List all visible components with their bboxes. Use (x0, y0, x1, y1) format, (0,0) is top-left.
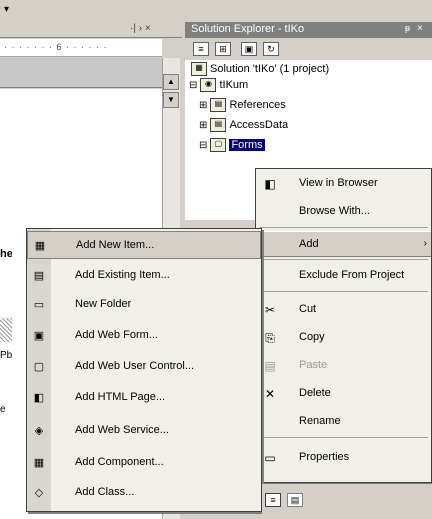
collapse-icon[interactable]: ⊟ (199, 140, 207, 151)
new-item-icon: ▦ (34, 240, 46, 252)
menu-item-add-new-item[interactable]: ▦ Add New Item... (27, 231, 261, 259)
properties-icon: ▭ (264, 451, 276, 465)
html-page-icon: ◧ (33, 392, 45, 404)
expand-icon[interactable]: ⊞ (199, 120, 207, 131)
menu-item-add-existing-item[interactable]: ▤ Add Existing Item... (27, 262, 261, 290)
tree-item-solution[interactable]: ▦ Solution 'tIKo' (1 project) (191, 62, 329, 78)
paste-icon: ▤ (264, 359, 276, 373)
submenu-arrow-icon: › (423, 238, 427, 249)
menu-separator (260, 291, 428, 292)
menu-item-copy[interactable]: ⎘ Copy (256, 325, 431, 351)
ruler-ticks: · · · · · · · 6 · · · · · · (4, 42, 108, 52)
solution-icon: ▦ (191, 62, 207, 76)
project-icon: ◉ (200, 78, 217, 92)
view-in-browser-icon: ◧ (264, 177, 276, 191)
folder-icon: ▤ (210, 118, 227, 132)
menu-item-add-web-form[interactable]: ▣ Add Web Form... (27, 322, 261, 350)
refresh-icon[interactable]: ↻ (263, 42, 279, 56)
menu-item-delete[interactable]: ✕ Delete (256, 381, 431, 407)
menu-item-add-class[interactable]: ◇ Add Class... (27, 479, 261, 507)
menu-item-add-component[interactable]: ▦ Add Component... (27, 449, 261, 477)
expand-icon[interactable]: ⊞ (199, 100, 207, 111)
pin-icon[interactable]: ᵽ (405, 23, 415, 37)
editor-gray-band (0, 58, 162, 88)
properties-toolbar-icon[interactable]: ≡ (193, 42, 209, 56)
menu-separator (260, 227, 428, 228)
scroll-down-icon[interactable]: ▼ (163, 92, 179, 108)
class-view-tab-icon[interactable]: ▤ (287, 493, 303, 507)
folder-icon: ▭ (33, 299, 45, 311)
component-icon: ▦ (33, 457, 45, 469)
solution-explorer-tab-icon[interactable]: ≡ (265, 493, 281, 507)
menu-item-rename[interactable]: Rename (256, 409, 431, 435)
scroll-up-icon[interactable]: ▲ (163, 74, 179, 90)
existing-item-icon: ▤ (33, 270, 45, 282)
menu-item-exclude-from-project[interactable]: Exclude From Project (256, 263, 431, 289)
collapse-icon[interactable]: ⊟ (189, 80, 197, 91)
tree-item-project[interactable]: ⊟ ◉ tIKum (189, 78, 248, 94)
menu-item-add[interactable]: Add › (256, 231, 431, 257)
tree-item-forms[interactable]: ⊟ ▢ Forms (199, 138, 265, 154)
editor-text-fragment: e (0, 404, 6, 415)
ruler: · · · · · · · 6 · · · · · · (0, 39, 162, 57)
editor-top-strip: ▾ (0, 0, 182, 22)
user-control-icon: ▢ (33, 361, 45, 373)
solution-explorer-titlebar: Solution Explorer - tIKo ᵽ × (185, 22, 432, 38)
solution-explorer-toolbar: ≡ ⊞ ▣ ↻ (185, 39, 432, 59)
view-designer-icon[interactable]: ▣ (241, 42, 257, 56)
folder-icon: ▢ (210, 138, 227, 152)
editor-tab-row: ·| › × (0, 22, 182, 38)
menu-item-add-web-user-control[interactable]: ▢ Add Web User Control... (27, 353, 261, 381)
close-icon[interactable]: × (417, 23, 429, 37)
editor-text-fragment: Pb (0, 350, 12, 361)
tree-item-accessdata[interactable]: ⊞ ▤ AccessData (199, 118, 288, 134)
scissors-icon: ✂ (264, 303, 276, 317)
solution-explorer-title: Solution Explorer - tIKo (191, 23, 305, 35)
references-icon: ▤ (210, 98, 227, 112)
delete-icon: ✕ (264, 387, 276, 401)
class-icon: ◇ (34, 487, 44, 499)
menu-separator (260, 259, 428, 260)
menu-item-browse-with[interactable]: Browse With... (256, 199, 431, 225)
hatched-control (0, 318, 12, 342)
menu-separator (260, 437, 428, 438)
context-menu: ◧ View in Browser Browse With... Add › E… (255, 168, 432, 483)
tab-controls[interactable]: ·| › × (130, 23, 151, 34)
menu-item-properties[interactable]: ▭ Properties (256, 445, 431, 471)
web-service-icon: ◈ (34, 425, 44, 437)
menu-item-add-html-page[interactable]: ◧ Add HTML Page... (27, 384, 261, 412)
menu-item-paste[interactable]: ▤ Paste (256, 353, 431, 379)
dropdown-arrow-icon[interactable]: ▾ (4, 4, 9, 15)
menu-item-new-folder[interactable]: ▭ New Folder (27, 291, 261, 319)
editor-text-fragment: he (0, 248, 12, 260)
copy-icon: ⎘ (265, 331, 275, 345)
selected-item-label: Forms (229, 138, 265, 151)
menu-item-view-in-browser[interactable]: ◧ View in Browser (256, 171, 431, 197)
show-all-files-icon[interactable]: ⊞ (215, 42, 231, 56)
web-form-icon: ▣ (33, 330, 45, 342)
tree-item-references[interactable]: ⊞ ▤ References (199, 98, 286, 114)
menu-item-add-web-service[interactable]: ◈ Add Web Service... (27, 417, 261, 445)
add-submenu: ▦ Add New Item... ▤ Add Existing Item...… (26, 228, 262, 512)
menu-item-cut[interactable]: ✂ Cut (256, 297, 431, 323)
